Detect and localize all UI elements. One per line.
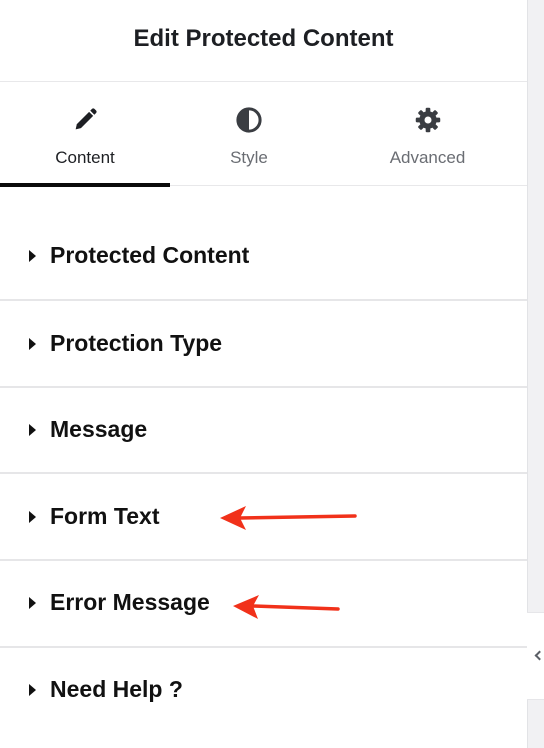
- section-label: Message: [50, 416, 148, 442]
- tab-advanced-label: Advanced: [389, 148, 466, 167]
- editor-page: Edit Protected Content Content Style Adv…: [0, 0, 544, 748]
- caret-right-icon: [29, 424, 36, 436]
- collapse-panel-button[interactable]: [527, 612, 544, 700]
- caret-right-icon: [29, 250, 36, 262]
- caret-right-icon: [29, 684, 36, 696]
- tab-advanced[interactable]: Advanced: [328, 82, 527, 186]
- section-label: Protected Content: [50, 242, 250, 268]
- tab-style[interactable]: Style: [170, 82, 328, 186]
- section-label: Need Help ?: [50, 676, 183, 702]
- section-protected-content[interactable]: Protected Content: [0, 214, 527, 301]
- tab-style-label: Style: [230, 148, 268, 167]
- section-need-help[interactable]: Need Help ?: [0, 648, 527, 748]
- tab-bar: Content Style Advanced: [0, 82, 527, 187]
- pencil-icon: [75, 108, 97, 130]
- panel-header: Edit Protected Content: [0, 0, 527, 82]
- active-tab-indicator: [0, 183, 170, 187]
- editor-panel: Edit Protected Content Content Style Adv…: [0, 0, 527, 748]
- annotation-arrow-icon: [220, 506, 357, 530]
- contrast-icon: [236, 107, 262, 133]
- section-protection-type[interactable]: Protection Type: [0, 301, 527, 388]
- page-title: Edit Protected Content: [133, 24, 394, 52]
- caret-right-icon: [29, 338, 36, 350]
- tab-content[interactable]: Content: [0, 82, 170, 187]
- caret-right-icon: [29, 597, 36, 609]
- gear-icon: [415, 107, 440, 133]
- chevron-left-icon: [534, 650, 544, 661]
- section-label: Protection Type: [50, 330, 223, 356]
- section-message[interactable]: Message: [0, 388, 527, 474]
- section-label: Error Message: [50, 589, 210, 615]
- tab-content-label: Content: [55, 148, 115, 167]
- section-label: Form Text: [50, 503, 160, 529]
- caret-right-icon: [29, 511, 36, 523]
- annotation-arrow-icon: [233, 595, 340, 619]
